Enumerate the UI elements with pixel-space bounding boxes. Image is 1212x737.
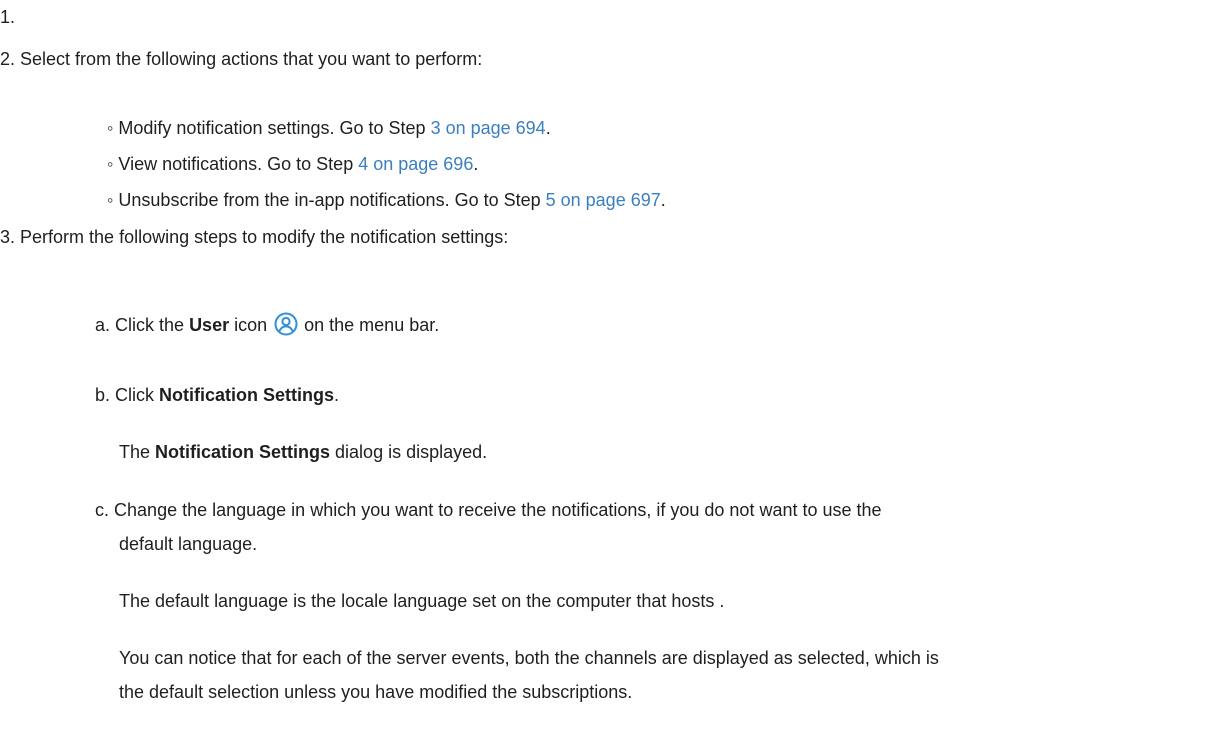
cross-reference-link[interactable]: 3 on page 694 bbox=[431, 118, 546, 138]
step-letter: b. bbox=[95, 385, 111, 405]
step-text: icon bbox=[229, 315, 273, 335]
cross-reference-link[interactable]: 4 on page 696 bbox=[358, 154, 473, 174]
list-number: 3. bbox=[0, 227, 16, 247]
sub-item-text: Modify notification settings. Go to Step bbox=[118, 118, 431, 138]
paragraph-text: You can notice that for each of the serv… bbox=[119, 648, 939, 668]
paragraph-text: The default language is the locale langu… bbox=[119, 591, 725, 611]
step-text: Click the bbox=[115, 315, 190, 335]
step-a: a. Click the User icon on the menu bar. bbox=[95, 312, 439, 337]
step-period: . bbox=[334, 385, 340, 405]
bullet: ◦ bbox=[107, 154, 114, 174]
list-item-text: Perform the following steps to modify th… bbox=[20, 227, 509, 247]
ui-term-notification-settings: Notification Settings bbox=[155, 442, 331, 462]
step-c-paragraph-2-line-1: You can notice that for each of the serv… bbox=[119, 646, 939, 670]
cross-reference-link[interactable]: 5 on page 697 bbox=[546, 190, 661, 210]
step-text: Change the language in which you want to… bbox=[114, 500, 882, 520]
step-c-paragraph-2-line-2: the default selection unless you have mo… bbox=[119, 680, 632, 704]
step-letter: c. bbox=[95, 500, 110, 520]
bullet: ◦ bbox=[107, 118, 114, 138]
result-text: The bbox=[119, 442, 156, 462]
step-c-line2: default language. bbox=[119, 532, 257, 556]
sub-item-period: . bbox=[473, 154, 479, 174]
list-number: 1. bbox=[0, 7, 16, 27]
step-c-paragraph-1: The default language is the locale langu… bbox=[119, 589, 724, 613]
ui-term-user: User bbox=[189, 315, 230, 335]
sub-item-period: . bbox=[545, 118, 551, 138]
list-item-1: 1. bbox=[0, 5, 15, 29]
sub-list-item-1: ◦ Modify notification settings. Go to St… bbox=[107, 116, 551, 140]
list-item-3: 3. Perform the following steps to modify… bbox=[0, 225, 508, 249]
sub-item-text: Unsubscribe from the in-app notification… bbox=[118, 190, 546, 210]
bullet: ◦ bbox=[107, 190, 114, 210]
user-icon bbox=[274, 312, 298, 336]
sub-list-item-3: ◦ Unsubscribe from the in-app notificati… bbox=[107, 188, 666, 212]
list-item-2: 2. Select from the following actions tha… bbox=[0, 47, 482, 71]
result-text: dialog is displayed. bbox=[330, 442, 488, 462]
sub-item-period: . bbox=[660, 190, 666, 210]
list-number: 2. bbox=[0, 49, 16, 69]
step-c: c. Change the language in which you want… bbox=[95, 498, 882, 522]
list-item-text: Select from the following actions that y… bbox=[20, 49, 483, 69]
ui-term-notification-settings: Notification Settings bbox=[159, 385, 335, 405]
step-text: on the menu bar. bbox=[299, 315, 440, 335]
paragraph-text: the default selection unless you have mo… bbox=[119, 682, 633, 702]
step-text: default language. bbox=[119, 534, 258, 554]
sub-list-item-2: ◦ View notifications. Go to Step 4 on pa… bbox=[107, 152, 478, 176]
sub-item-text: View notifications. Go to Step bbox=[118, 154, 359, 174]
step-b: b. Click Notification Settings. bbox=[95, 383, 339, 407]
step-b-result: The Notification Settings dialog is disp… bbox=[119, 440, 487, 464]
step-text: Click bbox=[115, 385, 160, 405]
step-letter: a. bbox=[95, 315, 111, 335]
